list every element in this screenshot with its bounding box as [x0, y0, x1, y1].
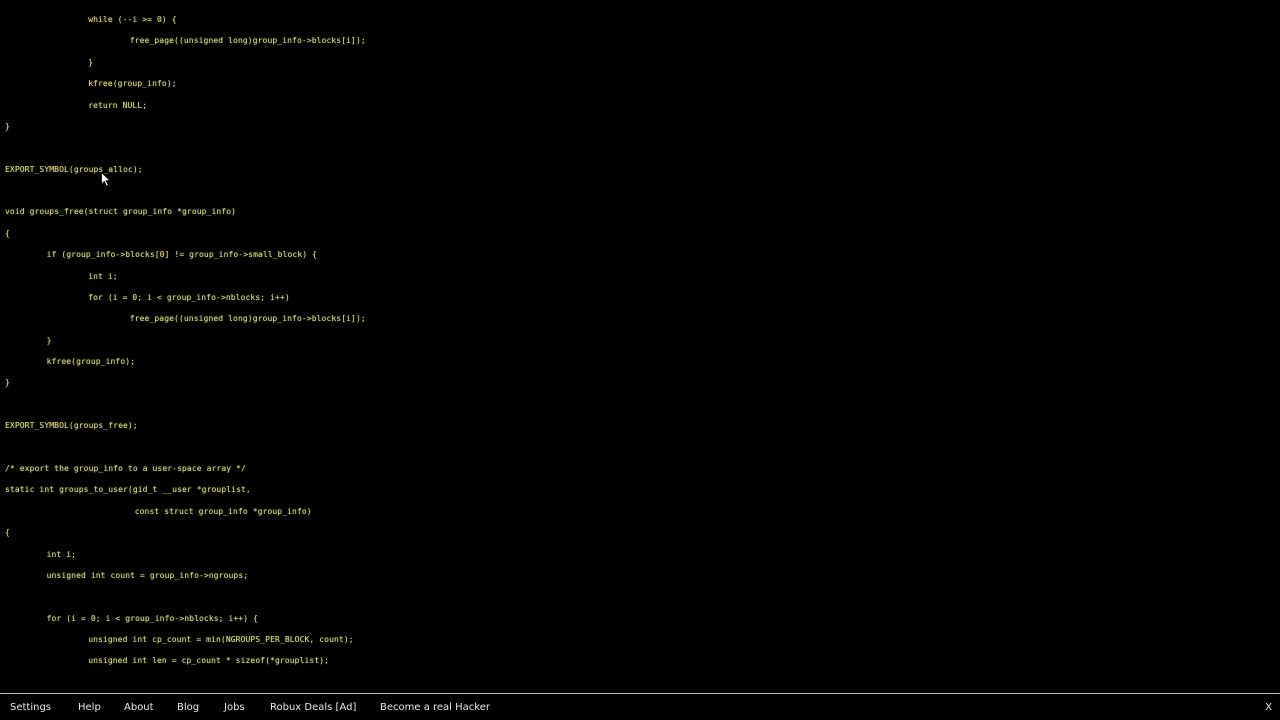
menu-item-jobs[interactable]: Jobs [224, 694, 245, 720]
code-line: free_page((unsigned long)group_info->blo… [129, 314, 366, 324]
code-line: } [88, 57, 94, 67]
code-line: static int groups_to_user(gid_t __user *… [5, 485, 251, 495]
code-line: void groups_free(struct group_info *grou… [5, 207, 237, 217]
code-line: EXPORT_SYMBOL(groups_free); [5, 421, 138, 431]
code-line: kfree(group_info); [46, 357, 136, 367]
code-line: int i; [46, 549, 77, 559]
menu-item-about[interactable]: About [124, 694, 154, 720]
code-line: const struct group_info *group_info) [129, 506, 312, 516]
code-line: { [5, 528, 10, 538]
menu-item-help[interactable]: Help [78, 694, 101, 720]
code-display: while (--i >= 0) { free_page((unsigned lo… [0, 0, 1280, 692]
code-line: EXPORT_SYMBOL(groups_alloc); [5, 164, 143, 174]
code-line: for (i = 0; i < group_info->nblocks; i++… [46, 613, 258, 623]
close-button[interactable]: X [1265, 694, 1272, 720]
menu-item-robux-deals[interactable]: Robux Deals [Ad] [270, 694, 356, 720]
code-line: return NULL; [88, 100, 148, 110]
code-line: /* export the group_info to a user-space… [5, 463, 246, 473]
code-line: { [5, 228, 10, 238]
code-line: if (group_info->blocks[0] != group_info-… [46, 250, 317, 260]
code-line: int i; [88, 271, 118, 281]
menu-item-become-hacker[interactable]: Become a real Hacker [380, 694, 490, 720]
code-line: unsigned int len = cp_count * sizeof(*gr… [88, 656, 330, 666]
menu-item-blog[interactable]: Blog [177, 694, 199, 720]
code-line: kfree(group_info); [88, 79, 177, 89]
code-line: unsigned int cp_count = min(NGROUPS_PER_… [88, 635, 354, 645]
code-line: for (i = 0; i < group_info->nblocks; i++… [88, 292, 290, 302]
code-line: } [5, 121, 10, 131]
code-line: } [46, 335, 52, 345]
bottom-menu-bar: Settings Help About Blog Jobs Robux Deal… [0, 693, 1280, 720]
code-line: } [5, 378, 10, 388]
code-line: free_page((unsigned long)group_info->blo… [129, 36, 366, 46]
code-line: unsigned int count = group_info->ngroups… [46, 570, 249, 580]
menu-item-settings[interactable]: Settings [10, 694, 51, 720]
code-line: while (--i >= 0) { [88, 15, 177, 24]
mouse-pointer-icon [101, 172, 111, 187]
